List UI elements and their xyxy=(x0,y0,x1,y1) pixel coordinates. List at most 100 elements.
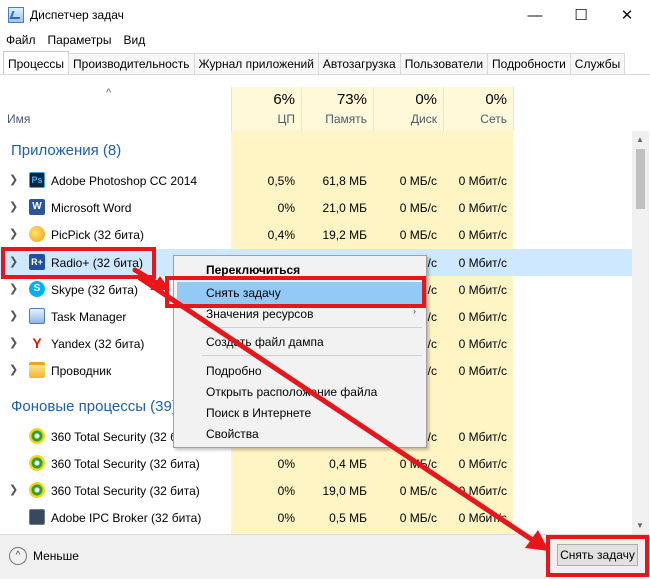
expand-icon[interactable]: ❯ xyxy=(9,363,18,376)
menu-bar: Файл Параметры Вид xyxy=(0,30,151,50)
process-name: 360 Total Security (32 бита) xyxy=(51,484,200,498)
disk-value: 0 МБ/с xyxy=(399,201,437,215)
memory-label: Память xyxy=(325,112,367,126)
network-value: 0 Мбит/с xyxy=(458,201,507,215)
header-empty-cell xyxy=(513,87,632,131)
adobe-ipc-icon xyxy=(29,509,45,525)
menu-file[interactable]: Файл xyxy=(0,30,42,50)
group-apps[interactable]: Приложения (8) xyxy=(11,142,121,159)
memory-total-percent: 73% xyxy=(336,91,367,108)
cpu-value: 0% xyxy=(277,511,295,525)
expand-icon[interactable]: ❯ xyxy=(9,173,18,186)
network-value: 0 Мбит/с xyxy=(458,337,507,351)
process-row[interactable]: ❯ W Microsoft Word 0% 21,0 МБ 0 МБ/с 0 М… xyxy=(0,194,632,221)
scroll-down-icon[interactable]: ▼ xyxy=(636,521,644,530)
360-icon xyxy=(29,482,45,498)
folder-icon xyxy=(29,362,45,378)
process-name: Проводник xyxy=(51,364,112,378)
process-name: PicPick (32 бита) xyxy=(51,228,144,242)
group-background[interactable]: Фоновые процессы (39) xyxy=(11,398,177,415)
network-value: 0 Мбит/с xyxy=(458,256,507,270)
chevron-up-icon[interactable]: ^ xyxy=(9,547,27,565)
network-value: 0 Мбит/с xyxy=(458,484,507,498)
expand-icon[interactable]: ❯ xyxy=(9,483,18,496)
memory-value: 19,2 МБ xyxy=(322,228,367,242)
ctx-open-file-location[interactable]: Открыть расположение файла xyxy=(206,385,377,399)
header-cpu[interactable]: 6% ЦП xyxy=(231,87,301,131)
tab-services[interactable]: Службы xyxy=(569,53,626,74)
expand-icon[interactable]: ❯ xyxy=(9,336,18,349)
photoshop-icon: Ps xyxy=(29,172,45,188)
disk-value: /с xyxy=(427,283,437,297)
menu-options[interactable]: Параметры xyxy=(42,30,118,50)
scroll-up-icon[interactable]: ▲ xyxy=(636,135,644,144)
disk-value: 0 МБ/с xyxy=(399,457,437,471)
cpu-value: 0% xyxy=(277,457,295,471)
header-memory[interactable]: 73% Память xyxy=(301,87,373,131)
disk-value: /с xyxy=(427,364,437,378)
network-value: 0 Мбит/с xyxy=(458,364,507,378)
360-icon xyxy=(29,428,45,444)
disk-value: 0 МБ/с xyxy=(399,511,437,525)
tab-processes[interactable]: Процессы xyxy=(3,51,70,74)
header-disk[interactable]: 0% Диск xyxy=(373,87,443,131)
cpu-value: 0,4% xyxy=(267,228,295,242)
annotation-box-menu-item xyxy=(165,276,426,308)
tab-details[interactable]: Подробности xyxy=(487,53,571,74)
cpu-value: 0% xyxy=(277,484,295,498)
minimize-button[interactable]: — xyxy=(512,0,558,30)
process-row[interactable]: ❯ PicPick (32 бита) 0,4% 19,2 МБ 0 МБ/с … xyxy=(0,221,632,248)
ctx-create-dump[interactable]: Создать файл дампа xyxy=(206,335,324,349)
expand-icon[interactable]: ❯ xyxy=(9,309,18,322)
scroll-thumb[interactable] xyxy=(636,149,645,209)
process-name: Adobe Photoshop CC 2014 xyxy=(51,174,198,188)
ctx-switch-to[interactable]: Переключиться xyxy=(206,263,300,277)
tab-startup[interactable]: Автозагрузка xyxy=(317,53,401,74)
disk-value: /с xyxy=(427,256,437,270)
window-title: Диспетчер задач xyxy=(30,8,124,22)
process-row[interactable]: ❯ 360 Total Security (32 бита) 0% 19,0 М… xyxy=(0,477,632,504)
ctx-separator xyxy=(202,355,422,356)
task-manager-app-icon xyxy=(8,7,24,23)
fewer-details-link[interactable]: Меньше xyxy=(33,549,79,563)
title-bar: Диспетчер задач — ☐ ✕ xyxy=(0,0,650,30)
ctx-search-online[interactable]: Поиск в Интернете xyxy=(206,406,311,420)
disk-value: /с xyxy=(427,430,437,444)
expand-icon[interactable]: ❯ xyxy=(9,227,18,240)
cpu-value: 0% xyxy=(277,201,295,215)
close-button[interactable]: ✕ xyxy=(604,0,650,30)
menu-view[interactable]: Вид xyxy=(117,30,151,50)
vertical-scrollbar[interactable]: ▲ ▼ xyxy=(632,131,649,534)
disk-value: 0 МБ/с xyxy=(399,174,437,188)
memory-value: 0,5 МБ xyxy=(329,511,367,525)
ctx-separator xyxy=(202,327,422,328)
word-icon: W xyxy=(29,199,45,215)
tab-bar: Процессы Производительность Журнал прило… xyxy=(3,51,626,74)
process-row[interactable]: Adobe IPC Broker (32 бита) 0% 0,5 МБ 0 М… xyxy=(0,504,632,531)
disk-value: 0 МБ/с xyxy=(399,484,437,498)
tab-users[interactable]: Пользователи xyxy=(399,53,489,74)
disk-value: /с xyxy=(427,337,437,351)
network-total-percent: 0% xyxy=(485,91,507,108)
header-name-cell[interactable]: ^ Имя xyxy=(0,87,231,131)
disk-total-percent: 0% xyxy=(415,91,437,108)
disk-label: Диск xyxy=(410,112,437,126)
annotation-box-process xyxy=(1,247,156,279)
process-row[interactable]: 360 Total Security (32 бита) 0% 0,4 МБ 0… xyxy=(0,450,632,477)
network-label: Сеть xyxy=(480,112,507,126)
network-value: 0 Мбит/с xyxy=(458,430,507,444)
expand-icon[interactable]: ❯ xyxy=(9,282,18,295)
tab-performance[interactable]: Производительность xyxy=(68,53,195,74)
ctx-details[interactable]: Подробно xyxy=(206,364,262,378)
ctx-resource-values[interactable]: Значения ресурсов xyxy=(206,307,313,321)
tab-app-history[interactable]: Журнал приложений xyxy=(193,53,319,74)
memory-value: 19,0 МБ xyxy=(322,484,367,498)
process-row[interactable]: ❯ Ps Adobe Photoshop CC 2014 0,5% 61,8 М… xyxy=(0,167,632,194)
ctx-properties[interactable]: Свойства xyxy=(206,427,259,441)
maximize-button[interactable]: ☐ xyxy=(558,0,604,30)
cpu-label: ЦП xyxy=(277,112,295,126)
header-network[interactable]: 0% Сеть xyxy=(443,87,513,131)
tabs-divider xyxy=(0,74,650,75)
disk-value: /с xyxy=(427,310,437,324)
expand-icon[interactable]: ❯ xyxy=(9,200,18,213)
